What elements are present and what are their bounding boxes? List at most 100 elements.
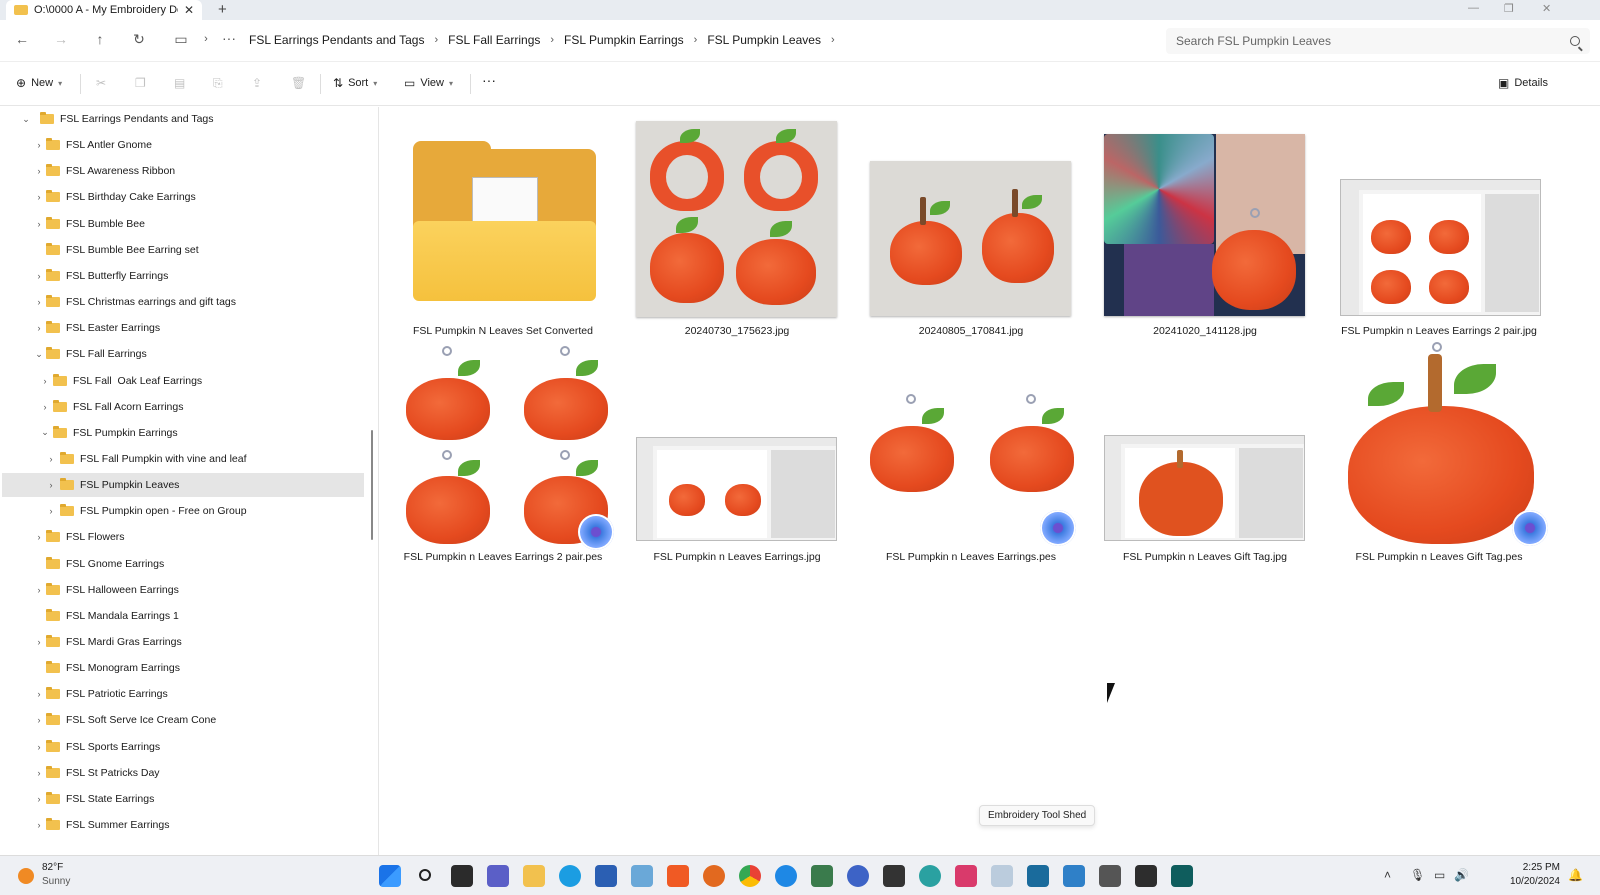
chevron-right-icon[interactable]: › <box>33 323 45 333</box>
app-icon[interactable] <box>1027 865 1049 887</box>
tree-item[interactable]: › FSL Easter Earrings <box>2 316 364 340</box>
chevron-right-icon[interactable]: › <box>45 480 57 490</box>
back-button[interactable]: ← <box>12 31 32 47</box>
chevron-right-icon[interactable]: › <box>33 689 45 699</box>
edge-icon[interactable] <box>559 865 581 887</box>
file-item[interactable]: FSL Pumpkin n Leaves Earrings 2 pair.jpg <box>1324 117 1554 342</box>
file-item[interactable]: FSL Pumpkin n Leaves Gift Tag.jpg <box>1090 342 1320 567</box>
close-tab-icon[interactable]: ✕ <box>184 3 194 17</box>
tree-item[interactable]: › FSL Summer Earrings <box>2 813 364 837</box>
firefox-icon[interactable] <box>703 865 725 887</box>
chevron-down-icon[interactable]: ⌄ <box>33 349 45 360</box>
tree-item[interactable]: FSL Monogram Earrings <box>2 656 364 680</box>
chevron-right-icon[interactable]: › <box>33 715 45 725</box>
new-tab-button[interactable]: + <box>218 1 227 18</box>
share-button[interactable]: ⇪ <box>252 76 262 90</box>
tree-item[interactable]: › FSL Mardi Gras Earrings <box>2 630 364 654</box>
app-icon[interactable] <box>919 865 941 887</box>
chevron-down-icon[interactable]: ⌄ <box>20 114 32 125</box>
store-icon[interactable] <box>595 865 617 887</box>
chevron-right-icon[interactable]: › <box>33 192 45 202</box>
tree-item[interactable]: › FSL State Earrings <box>2 787 364 811</box>
settings-icon[interactable] <box>847 865 869 887</box>
chevron-right-icon[interactable]: › <box>33 140 45 150</box>
tree-item[interactable]: › FSL Patriotic Earrings <box>2 682 364 706</box>
monitor-icon[interactable]: ▭ <box>171 31 191 48</box>
sort-button[interactable]: ⇅ Sort ▾ <box>333 76 377 90</box>
photos-icon[interactable] <box>631 865 653 887</box>
tree-item[interactable]: › FSL Antler Gnome <box>2 133 364 157</box>
embroidery-tool-shed-icon[interactable] <box>991 865 1013 887</box>
tree-item[interactable]: › FSL Halloween Earrings <box>2 578 364 602</box>
more-locations-button[interactable]: ··· <box>219 30 239 46</box>
chevron-right-icon[interactable]: › <box>33 166 45 176</box>
search-input[interactable]: Search FSL Pumpkin Leaves <box>1166 28 1590 54</box>
close-window-button[interactable]: ✕ <box>1542 2 1551 15</box>
chevron-up-icon[interactable]: ˄ <box>1384 868 1391 882</box>
chevron-right-icon[interactable]: › <box>33 820 45 830</box>
delete-button[interactable]: 🗑 <box>291 76 306 90</box>
file-item[interactable]: 20240805_170841.jpg <box>856 117 1086 342</box>
app-icon[interactable] <box>1063 865 1085 887</box>
pane-splitter[interactable] <box>371 430 373 540</box>
tree-item[interactable]: FSL Mandala Earrings 1 <box>2 604 364 628</box>
chevron-right-icon[interactable]: › <box>33 297 45 307</box>
rename-button[interactable]: ⎘ <box>213 76 223 91</box>
file-item[interactable]: FSL Pumpkin n Leaves Earrings.jpg <box>622 342 852 567</box>
tree-item[interactable]: ⌄ FSL Fall Earrings <box>2 342 364 366</box>
tree-item[interactable]: › FSL St Patricks Day <box>2 761 364 785</box>
chevron-right-icon[interactable]: › <box>434 34 438 46</box>
brave-icon[interactable] <box>667 865 689 887</box>
app-icon[interactable] <box>1171 865 1193 887</box>
minimize-button[interactable]: — <box>1468 2 1479 14</box>
clock-date[interactable]: 10/20/2024 <box>1498 876 1560 887</box>
start-icon[interactable] <box>379 865 401 887</box>
sun-icon[interactable] <box>18 868 34 884</box>
tree-item[interactable]: › FSL Fall Acorn Earrings <box>2 395 364 419</box>
file-item[interactable]: FSL Pumpkin n Leaves Gift Tag.pes <box>1324 342 1554 567</box>
file-explorer-icon[interactable] <box>523 865 545 887</box>
tree-item[interactable]: ⌄ FSL Earrings Pendants and Tags <box>2 107 364 131</box>
cut-button[interactable]: ✂ <box>96 76 106 90</box>
weather-temperature[interactable]: 82°F <box>42 862 63 873</box>
tree-item[interactable]: › FSL Christmas earrings and gift tags <box>2 290 364 314</box>
file-item[interactable]: 20240730_175623.jpg <box>622 117 852 342</box>
chrome-icon[interactable] <box>739 865 761 887</box>
new-button[interactable]: ⊕ New ▾ <box>16 76 62 90</box>
microphone-icon[interactable]: 🎙 <box>1410 868 1425 882</box>
clock-time[interactable]: 2:25 PM <box>1498 862 1560 873</box>
up-button[interactable]: ↑ <box>90 31 110 47</box>
teams-icon[interactable] <box>487 865 509 887</box>
view-button[interactable]: ▭ View ▾ <box>404 76 453 90</box>
weather-condition[interactable]: Sunny <box>42 876 70 887</box>
tree-item[interactable]: › FSL Sports Earrings <box>2 735 364 759</box>
chevron-right-icon[interactable]: › <box>831 34 835 46</box>
app-icon[interactable] <box>775 865 797 887</box>
chevron-right-icon[interactable]: › <box>39 402 51 412</box>
tree-item[interactable]: › FSL Pumpkin Leaves <box>2 473 364 498</box>
chevron-right-icon[interactable]: › <box>45 454 57 464</box>
network-icon[interactable]: ▭ <box>1434 868 1445 882</box>
chevron-right-icon[interactable]: › <box>45 506 57 516</box>
copy-button[interactable]: ❐ <box>135 76 146 90</box>
chevron-right-icon[interactable]: › <box>39 376 51 386</box>
tree-item[interactable]: › FSL Butterfly Earrings <box>2 264 364 288</box>
tree-item[interactable]: FSL Bumble Bee Earring set <box>2 238 364 262</box>
breadcrumb-item[interactable]: FSL Pumpkin Earrings <box>564 33 684 47</box>
explorer-tab[interactable]: O:\0000 A - My Embroidery De ✕ <box>6 0 202 20</box>
tree-item[interactable]: › FSL Fall Pumpkin with vine and leaf <box>2 447 364 471</box>
app-icon[interactable] <box>1135 865 1157 887</box>
tree-item[interactable]: › FSL Pumpkin open - Free on Group <box>2 499 364 523</box>
breadcrumb-item[interactable]: FSL Fall Earrings <box>448 33 540 47</box>
chevron-right-icon[interactable]: › <box>33 271 45 281</box>
tree-item[interactable]: › FSL Awareness Ribbon <box>2 159 364 183</box>
tree-item[interactable]: › FSL Fall Oak Leaf Earrings <box>2 369 364 393</box>
search-icon[interactable] <box>415 865 437 887</box>
app-icon[interactable] <box>883 865 905 887</box>
chevron-right-icon[interactable]: › <box>33 794 45 804</box>
tree-item[interactable]: › FSL Birthday Cake Earrings <box>2 185 364 209</box>
chevron-right-icon[interactable]: › <box>550 34 554 46</box>
refresh-button[interactable]: ↻ <box>129 31 149 48</box>
file-item[interactable]: 20241020_141128.jpg <box>1090 117 1320 342</box>
chevron-down-icon[interactable]: ⌄ <box>39 427 51 438</box>
